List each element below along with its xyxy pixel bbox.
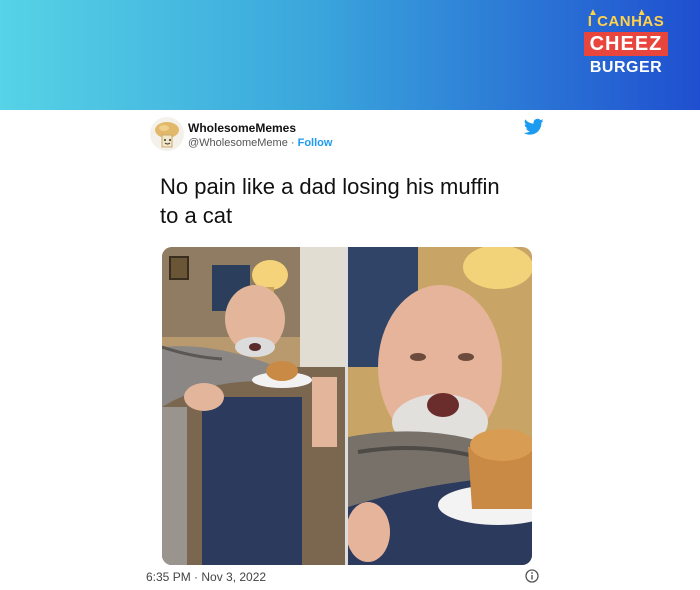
avatar[interactable] — [150, 117, 184, 151]
cheezburger-logo[interactable]: ▲ ▲ I CANHAS CHEEZ BURGER — [578, 8, 674, 94]
author-name[interactable]: WholesomeMemes — [188, 121, 296, 135]
twitter-bird-icon[interactable] — [524, 118, 544, 136]
follow-link[interactable]: Follow — [298, 137, 333, 149]
tweet-media[interactable] — [162, 247, 532, 565]
cat-ears-icon: ▲ ▲ — [588, 7, 647, 18]
tweet-card: WholesomeMemes @WholesomeMeme · Follow N… — [140, 110, 560, 590]
author-meta: @WholesomeMeme · Follow — [188, 137, 332, 149]
photo-dad-closeup[interactable] — [348, 247, 532, 565]
logo-line-3: BURGER — [589, 59, 663, 76]
logo-line-2: CHEEZ — [583, 32, 669, 56]
header-banner: ▲ ▲ I CANHAS CHEEZ BURGER — [0, 0, 700, 110]
photo-dad-holding-muffin[interactable] — [162, 247, 345, 565]
author-handle[interactable]: @WholesomeMeme — [188, 137, 288, 149]
info-icon[interactable] — [525, 569, 539, 583]
tweet-text: No pain like a dad losing his muffin to … — [160, 174, 500, 228]
tweet-timestamp[interactable]: 6:35 PM · Nov 3, 2022 — [146, 570, 266, 584]
meta-separator: · — [287, 137, 298, 149]
